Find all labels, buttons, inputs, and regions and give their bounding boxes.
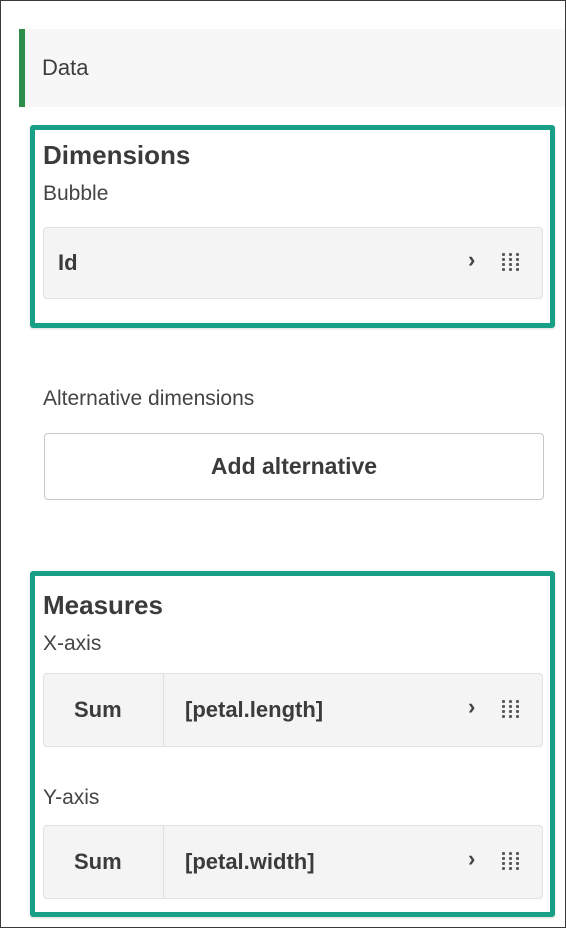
drag-handle-icon[interactable] bbox=[502, 700, 520, 718]
field-divider bbox=[163, 674, 164, 746]
chevron-right-icon[interactable]: › bbox=[468, 846, 475, 872]
x-axis-field-name: [petal.length] bbox=[185, 697, 324, 722]
x-axis-aggregation: Sum bbox=[74, 697, 122, 722]
data-section-label: Data bbox=[42, 55, 89, 80]
measure-field-x-axis[interactable]: Sum [petal.length] › bbox=[43, 673, 543, 747]
y-axis-aggregation: Sum bbox=[74, 849, 122, 874]
alternative-dimensions-label: Alternative dimensions bbox=[43, 387, 255, 410]
chevron-right-icon[interactable]: › bbox=[468, 247, 475, 273]
data-section-header[interactable]: Data bbox=[19, 29, 565, 107]
drag-handle-icon[interactable] bbox=[502, 253, 520, 271]
dimensions-heading: Dimensions bbox=[43, 140, 191, 170]
measures-heading: Measures bbox=[43, 590, 163, 620]
dimension-field-label: Id bbox=[58, 250, 78, 275]
measure-field-y-axis[interactable]: Sum [petal.width] › bbox=[43, 825, 543, 899]
y-axis-label: Y-axis bbox=[43, 786, 100, 809]
dimension-field-id[interactable]: Id › bbox=[43, 227, 543, 299]
bubble-label: Bubble bbox=[43, 182, 109, 205]
chevron-right-icon[interactable]: › bbox=[468, 694, 475, 720]
drag-handle-icon[interactable] bbox=[502, 852, 520, 870]
y-axis-field-name: [petal.width] bbox=[185, 849, 315, 874]
add-alternative-button[interactable]: Add alternative bbox=[44, 433, 544, 500]
properties-panel: Data Dimensions Bubble Id › Alternative … bbox=[0, 0, 566, 928]
x-axis-label: X-axis bbox=[43, 632, 102, 655]
field-divider bbox=[163, 826, 164, 898]
